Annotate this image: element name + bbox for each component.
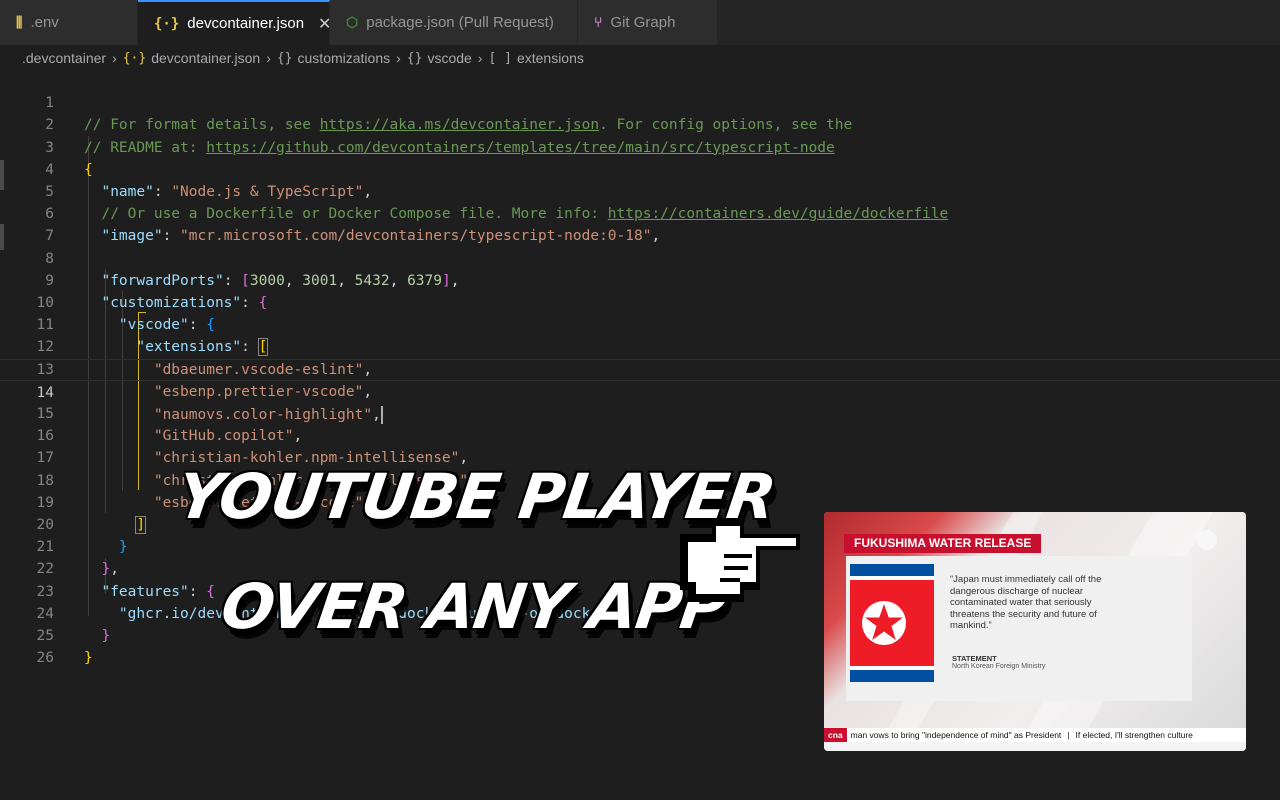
code-line: 2 // README at: https://github.com/devco…	[45, 117, 835, 156]
channel-logo-icon	[1197, 530, 1217, 550]
code-line: 5 // Or use a Dockerfile or Docker Compo…	[45, 184, 949, 223]
code-line: 3 {	[45, 139, 93, 178]
breadcrumb-item[interactable]: customizations	[298, 50, 391, 66]
array-icon: [ ]	[488, 50, 512, 66]
settings-sliders-icon: ⫼	[16, 14, 23, 31]
code-line: 1 // For format details, see https://aka…	[45, 95, 853, 134]
ticker-bar	[824, 742, 1246, 751]
news-topic-tag: FUKUSHIMA WATER RELEASE	[844, 534, 1042, 553]
tab-label: package.json (Pull Request)	[366, 14, 554, 31]
floating-video-player[interactable]: FUKUSHIMA WATER RELEASE “Japan must imme…	[824, 512, 1246, 751]
ticker-text: man vows to bring "independence of mind"…	[850, 730, 1062, 740]
breadcrumb-item[interactable]: .devcontainer	[22, 50, 106, 66]
chevron-right-icon: ›	[477, 50, 483, 66]
chevron-right-icon: ›	[396, 50, 401, 66]
code-line: 4 "name": "Node.js & TypeScript",	[45, 161, 373, 200]
code-line: 10 "vscode": {	[36, 295, 215, 334]
code-line: 6 "image": "mcr.microsoft.com/devcontain…	[45, 206, 661, 245]
statement-quote: “Japan must immediately call off the dan…	[950, 574, 1102, 631]
nodejs-icon: ⬡	[346, 14, 359, 31]
promo-headline-line2: OVER ANY APP	[216, 570, 731, 643]
cna-logo: cna	[824, 728, 847, 742]
git-graph-icon: ⑂	[594, 14, 603, 31]
news-ticker: cna man vows to bring "independence of mi…	[824, 728, 1246, 742]
code-line: 15 "GitHub.copilot",	[36, 406, 303, 445]
code-line: 9 "customizations": {	[45, 272, 268, 311]
chevron-right-icon: ›	[112, 50, 117, 66]
chevron-right-icon: ›	[266, 50, 271, 66]
tab-label: .env	[30, 14, 59, 31]
code-line: 11 "extensions": [	[36, 317, 269, 357]
statement-source: North Korean Foreign Ministry	[952, 663, 1046, 670]
json-braces-icon: {·}	[122, 50, 147, 66]
json-braces-icon: {·}	[154, 15, 180, 32]
north-korea-flag-icon	[850, 564, 934, 682]
code-line: 17 "christian-kohler.path-intellisense",	[36, 450, 477, 489]
object-icon: {}	[276, 50, 293, 66]
tab-git-graph[interactable]: ⑂ Git Graph	[578, 0, 718, 45]
tab-env[interactable]: ⫼ .env	[0, 0, 138, 45]
tab-label: devcontainer.json	[187, 15, 305, 32]
code-line: 12 "dbaeumer.vscode-eslint",	[36, 339, 373, 378]
code-line: 8 "forwardPorts": [3000, 3001, 5432, 637…	[45, 250, 460, 289]
breadcrumb: .devcontainer › {·} devcontainer.json › …	[22, 47, 584, 69]
breadcrumb-item[interactable]: vscode	[427, 50, 471, 66]
code-line-current: 14 "naumovs.color-highlight",	[0, 358, 1280, 424]
editor-tab-bar: ⫼ .env {·} devcontainer.json ✕ ⬡ package…	[0, 0, 1280, 45]
ticker-text: If elected, I'll strengthen culture	[1075, 730, 1193, 740]
statement-label: STATEMENT	[952, 654, 997, 663]
breadcrumb-item[interactable]: extensions	[517, 50, 584, 66]
code-line: 13 "esbenp.prettier-vscode",	[36, 361, 373, 400]
code-line: 7	[45, 228, 54, 245]
tab-label: Git Graph	[610, 14, 676, 31]
object-icon: {}	[406, 50, 423, 66]
code-line: 16 "christian-kohler.npm-intellisense",	[36, 428, 469, 467]
pointing-hand-icon	[680, 518, 800, 602]
tab-devcontainer-json[interactable]: {·} devcontainer.json ✕	[138, 0, 331, 45]
breadcrumb-item[interactable]: devcontainer.json	[151, 50, 260, 66]
tab-package-json[interactable]: ⬡ package.json (Pull Request)	[330, 0, 578, 45]
